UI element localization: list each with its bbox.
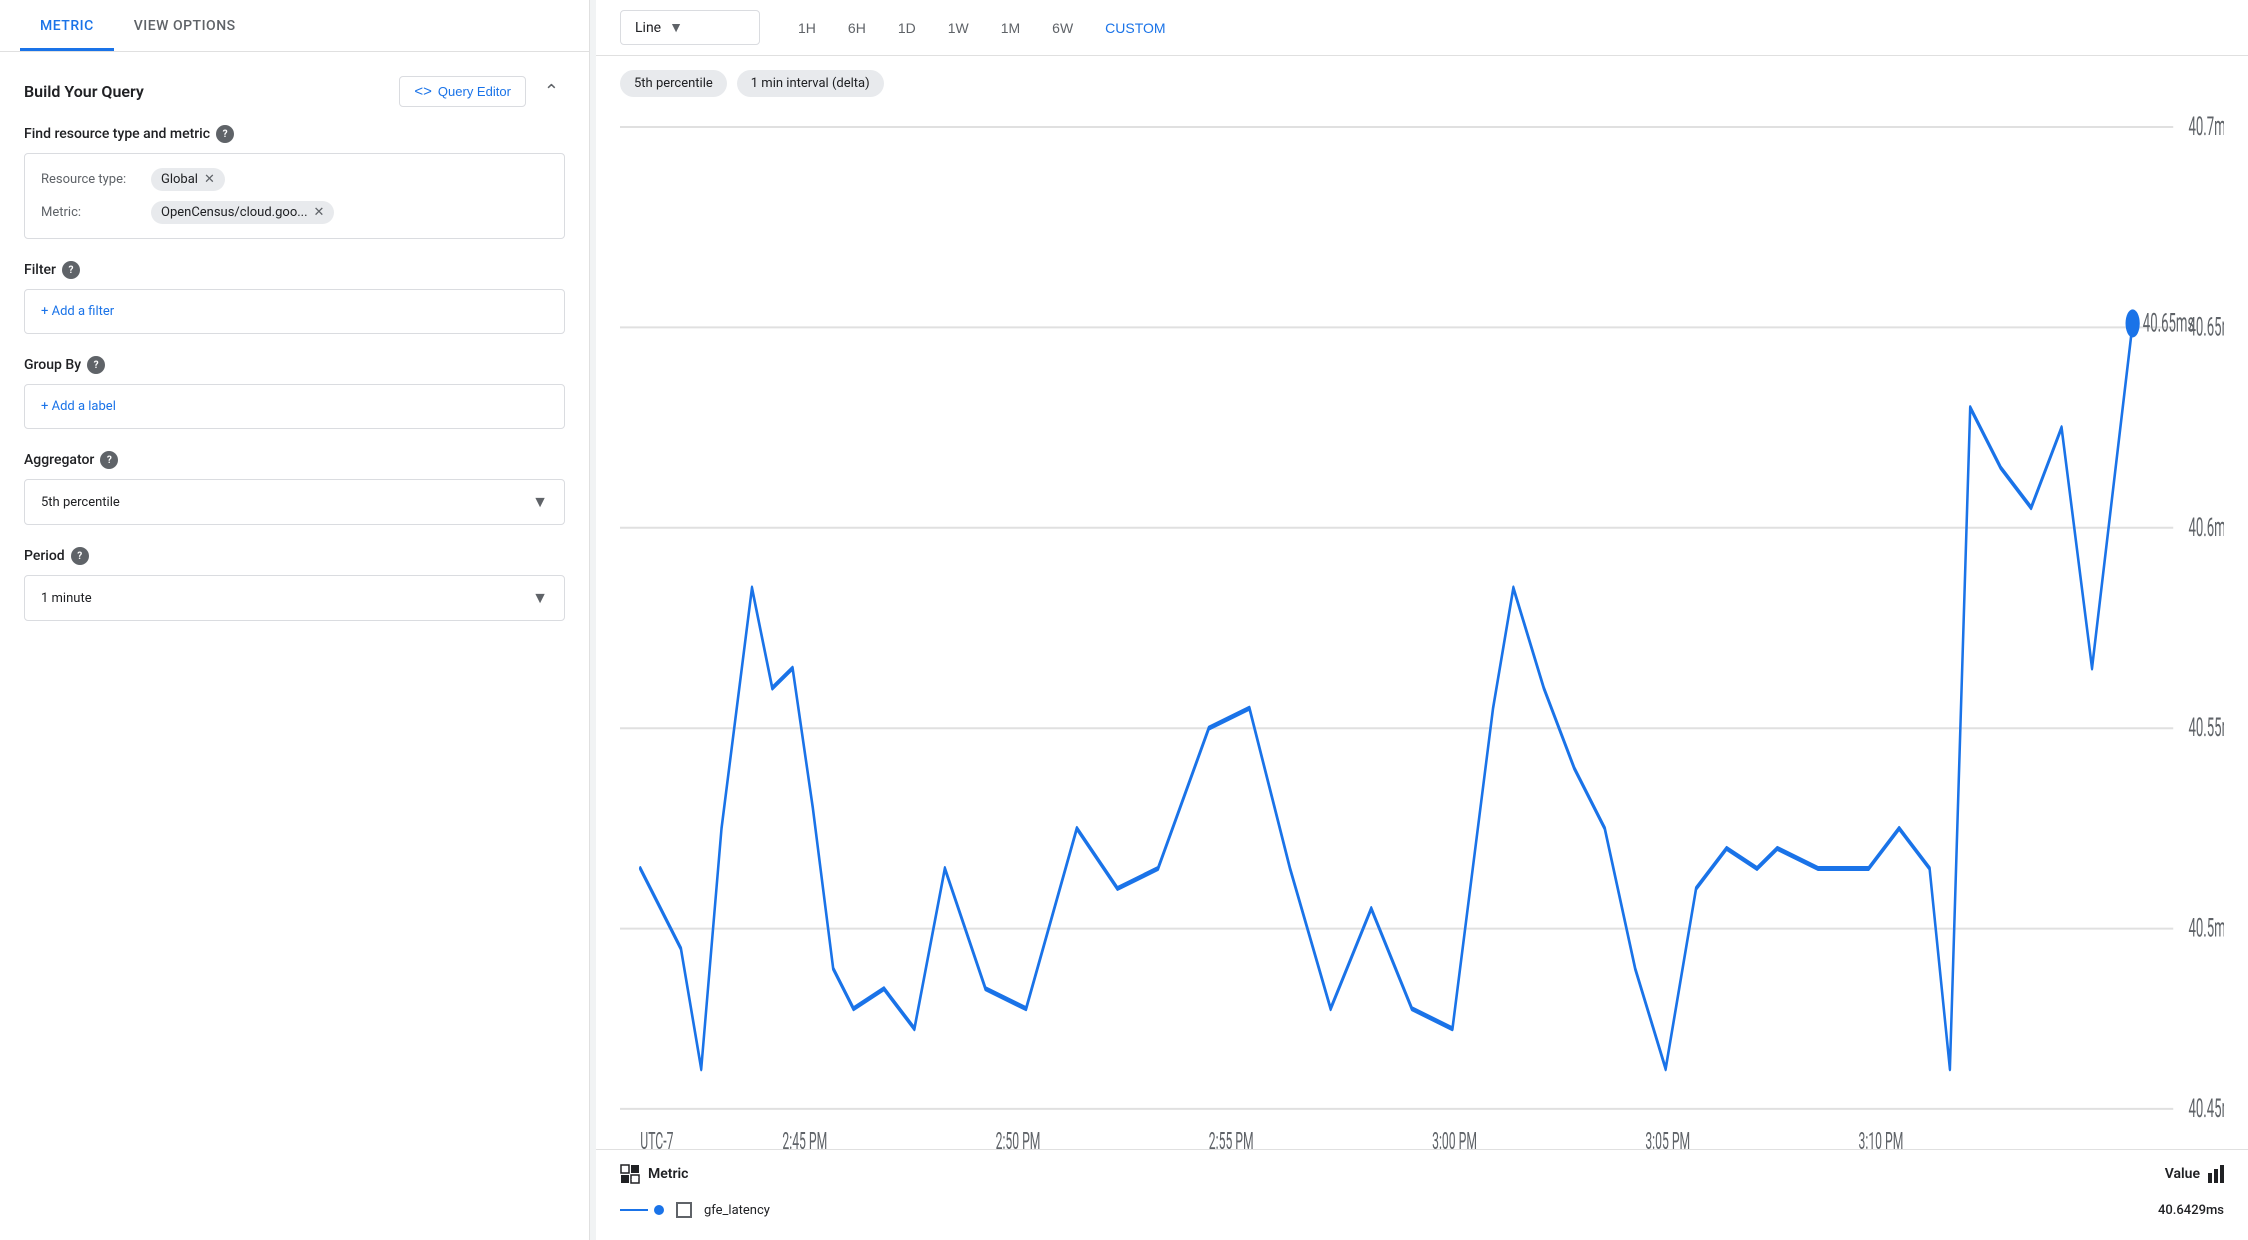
bars-icon [2208, 1165, 2224, 1183]
time-btn-1w[interactable]: 1W [934, 12, 983, 44]
legend-item-value: 40.6429ms [2158, 1203, 2224, 1218]
add-label-box[interactable]: + Add a label [24, 384, 565, 429]
svg-text:40.45ms: 40.45ms [2188, 1094, 2224, 1124]
svg-text:3:10 PM: 3:10 PM [1859, 1126, 1904, 1149]
time-btn-6w[interactable]: 6W [1038, 12, 1087, 44]
query-editor-button[interactable]: <> Query Editor [399, 76, 526, 107]
time-btn-1h[interactable]: 1H [784, 12, 830, 44]
legend-line-bar [620, 1209, 648, 1211]
svg-text:40.55ms: 40.55ms [2188, 713, 2224, 743]
chart-toolbar: Line ▼ 1H 6H 1D 1W 1M 6W CUSTOM [596, 0, 2248, 56]
resource-type-chip[interactable]: Global ✕ [151, 168, 225, 191]
time-btn-6h[interactable]: 6H [834, 12, 880, 44]
time-btn-1d[interactable]: 1D [884, 12, 930, 44]
legend-metric-icon [620, 1164, 640, 1184]
aggregator-section-title: Aggregator [24, 452, 94, 468]
chart-svg: 40.7ms 40.65ms 40.6ms 40.55ms 40.5ms 40.… [620, 107, 2224, 1149]
resource-help-icon[interactable]: ? [216, 125, 234, 143]
resource-box: Resource type: Global ✕ Metric: OpenCens… [24, 153, 565, 239]
filter-chip-interval[interactable]: 1 min interval (delta) [737, 70, 884, 97]
group-by-help-icon[interactable]: ? [87, 356, 105, 374]
aggregator-help-icon[interactable]: ? [100, 451, 118, 469]
legend-row-gfe: gfe_latency 40.6429ms [620, 1194, 2224, 1226]
period-select[interactable]: 1 minute ▼ [24, 575, 565, 621]
svg-text:2:45 PM: 2:45 PM [782, 1126, 827, 1149]
time-buttons: 1H 6H 1D 1W 1M 6W CUSTOM [784, 12, 1180, 44]
chart-type-select[interactable]: Line ▼ [620, 10, 760, 45]
filter-help-icon[interactable]: ? [62, 261, 80, 279]
legend-value-text: Value [2165, 1166, 2200, 1182]
group-by-section-title: Group By [24, 357, 81, 373]
filter-section-title: Filter [24, 262, 56, 278]
chart-legend: Metric Value gfe_latency [596, 1149, 2248, 1240]
filter-chip-percentile[interactable]: 5th percentile [620, 70, 727, 97]
period-dropdown-icon: ▼ [532, 588, 548, 608]
aggregator-value: 5th percentile [41, 495, 120, 510]
chart-filters: 5th percentile 1 min interval (delta) [596, 56, 2248, 107]
svg-text:3:00 PM: 3:00 PM [1432, 1126, 1477, 1149]
svg-text:3:05 PM: 3:05 PM [1645, 1126, 1690, 1149]
aggregator-dropdown-icon: ▼ [532, 492, 548, 512]
resource-chip-close[interactable]: ✕ [204, 173, 215, 186]
code-icon: <> [414, 83, 432, 100]
resource-section-title: Find resource type and metric [24, 126, 210, 142]
legend-dot [654, 1205, 664, 1215]
svg-text:40.6ms: 40.6ms [2188, 513, 2224, 543]
tab-metric[interactable]: METRIC [20, 0, 114, 51]
legend-item-name: gfe_latency [704, 1203, 2146, 1218]
svg-text:40.7ms: 40.7ms [2188, 112, 2224, 142]
legend-metric-text: Metric [648, 1166, 688, 1182]
build-query-title: Build Your Query [24, 82, 144, 101]
legend-line-indicator [620, 1205, 664, 1215]
metric-label: Metric: [41, 205, 151, 220]
resource-type-label: Resource type: [41, 172, 151, 187]
add-filter-box[interactable]: + Add a filter [24, 289, 565, 334]
period-section-title: Period [24, 548, 65, 564]
aggregator-select[interactable]: 5th percentile ▼ [24, 479, 565, 525]
collapse-button[interactable]: ⌃ [538, 79, 565, 104]
svg-text:40.5ms: 40.5ms [2188, 914, 2224, 944]
svg-text:40.65ms: 40.65ms [2143, 309, 2194, 339]
legend-checkbox[interactable] [676, 1202, 692, 1218]
svg-text:UTC-7: UTC-7 [640, 1126, 673, 1149]
chart-type-dropdown-icon: ▼ [669, 19, 683, 36]
tab-view-options[interactable]: VIEW OPTIONS [114, 0, 256, 51]
current-value-dot [2126, 309, 2140, 337]
period-value: 1 minute [41, 591, 92, 606]
svg-text:2:55 PM: 2:55 PM [1209, 1126, 1254, 1149]
period-help-icon[interactable]: ? [71, 547, 89, 565]
chart-area: 40.7ms 40.65ms 40.6ms 40.55ms 40.5ms 40.… [596, 107, 2248, 1149]
metric-chip-close[interactable]: ✕ [314, 206, 325, 219]
svg-text:2:50 PM: 2:50 PM [996, 1126, 1041, 1149]
metric-chip[interactable]: OpenCensus/cloud.goo... ✕ [151, 201, 334, 224]
chart-type-value: Line [635, 20, 661, 36]
time-btn-custom[interactable]: CUSTOM [1091, 12, 1179, 44]
time-btn-1m[interactable]: 1M [987, 12, 1034, 44]
